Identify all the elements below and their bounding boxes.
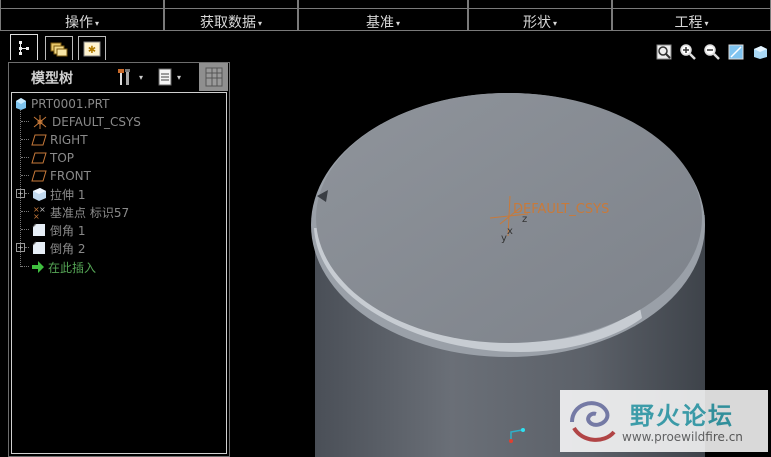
forum-logo-icon [570, 401, 616, 442]
axis-x-label: x [507, 226, 513, 237]
watermark-logo: 野火论坛 www.proewildfire.cn [560, 390, 768, 452]
watermark-url: www.proewildfire.cn [622, 430, 743, 444]
axis-y-label: y [501, 233, 507, 244]
watermark-title: 野火论坛 [630, 402, 734, 430]
viewport-canvas[interactable]: z x y [0, 0, 771, 457]
csys-label: DEFAULT_CSYS [513, 202, 610, 217]
